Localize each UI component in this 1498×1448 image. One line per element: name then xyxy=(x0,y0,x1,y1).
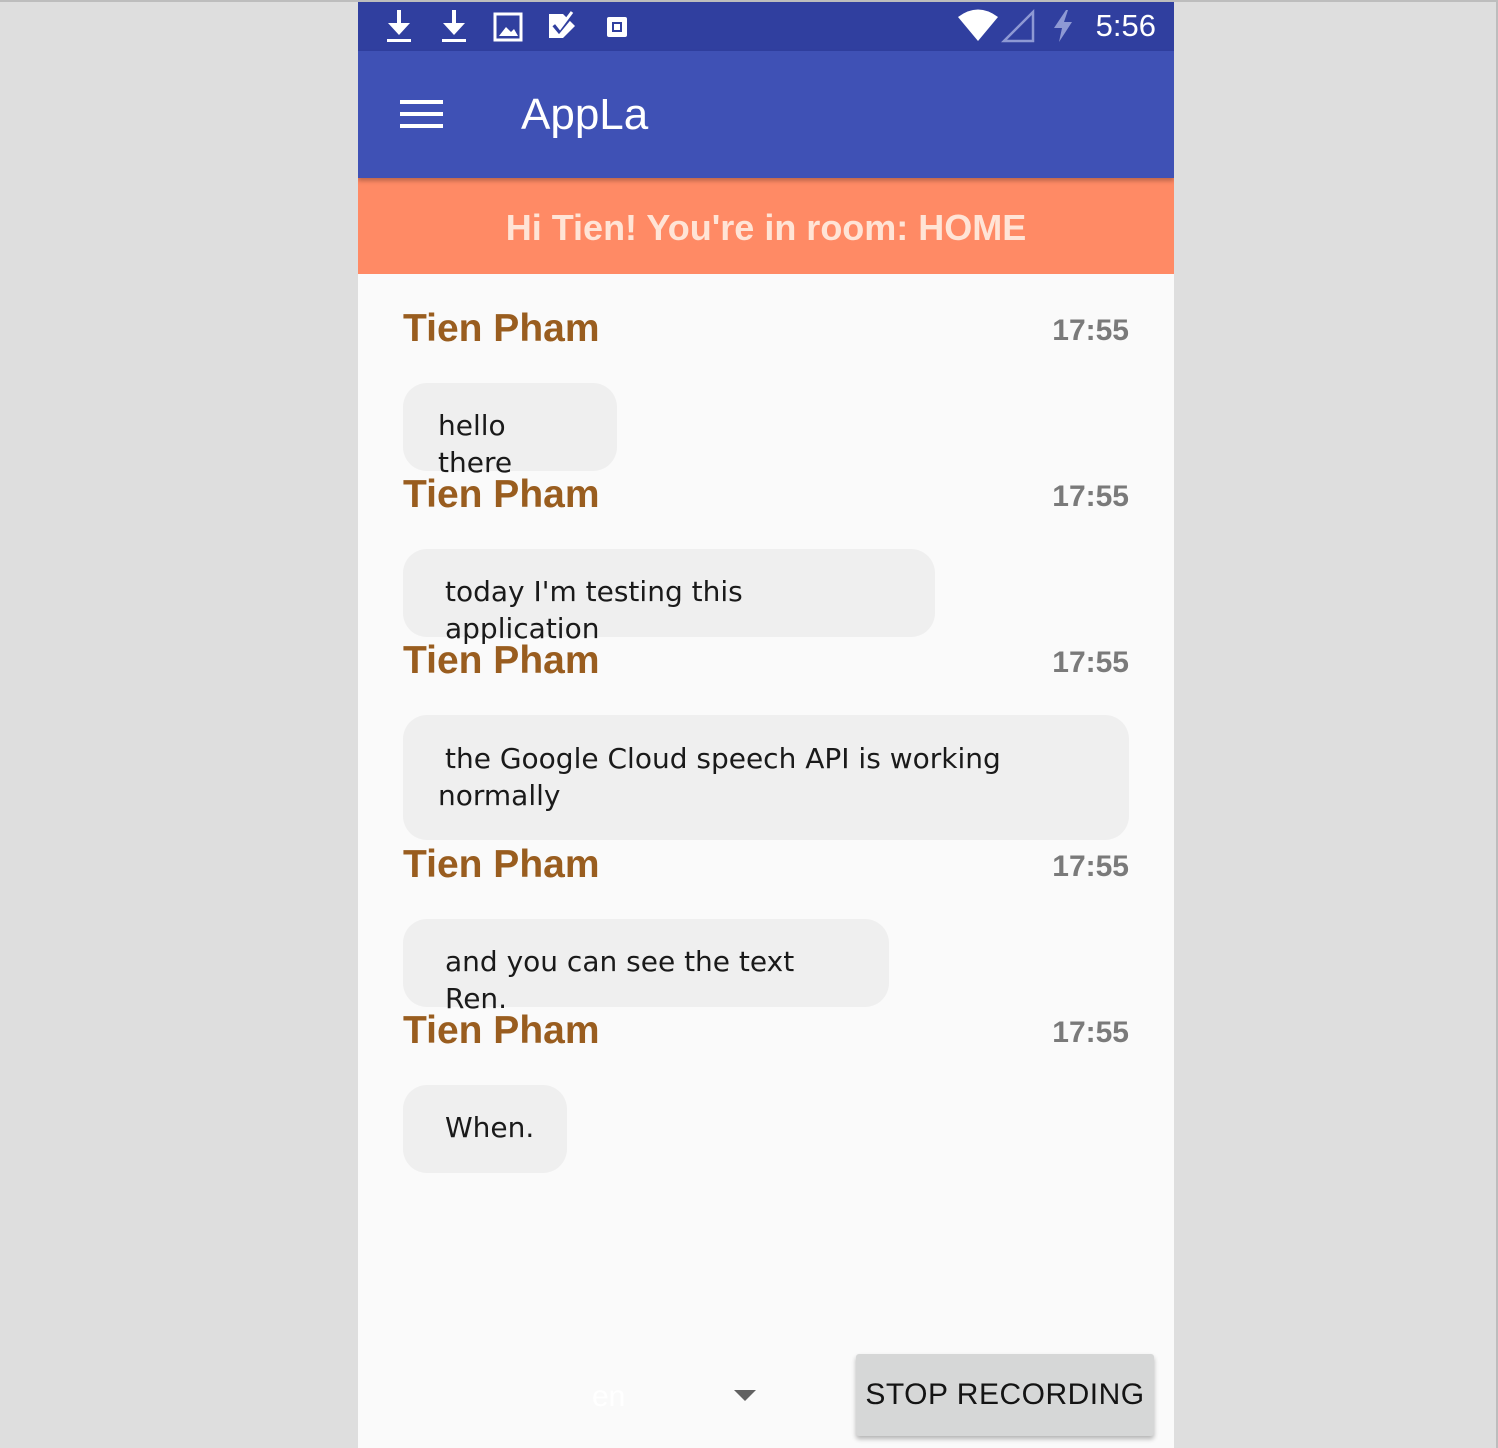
message-time: 17:55 xyxy=(1052,850,1129,883)
message-bubble: hello there xyxy=(403,383,617,479)
download-icon xyxy=(442,10,466,42)
message-time: 17:55 xyxy=(1052,314,1129,347)
message-bubble: and you can see the text Ren. xyxy=(403,919,889,1015)
menu-button[interactable] xyxy=(390,89,450,141)
image-icon xyxy=(493,12,523,42)
battery-charging-icon xyxy=(1054,10,1072,42)
screenshot-icon xyxy=(607,17,627,37)
message-bubble: When. xyxy=(403,1085,567,1173)
language-value: en xyxy=(592,1380,626,1413)
message-sender: Tien Pham xyxy=(403,307,600,350)
download-icon xyxy=(387,10,411,42)
message-bubble: today I'm testing this application xyxy=(403,549,935,645)
status-bar: 5:56 xyxy=(358,2,1174,51)
app-title: AppLa xyxy=(521,90,649,139)
app-bar: AppLa xyxy=(358,51,1174,178)
dropdown-arrow-icon xyxy=(734,1390,756,1401)
message-time: 17:55 xyxy=(1052,1016,1129,1049)
message-sender: Tien Pham xyxy=(403,639,600,682)
clock: 5:56 xyxy=(1095,8,1156,43)
message-sender: Tien Pham xyxy=(403,473,600,516)
message-time: 17:55 xyxy=(1052,480,1129,513)
message-bubble: the Google Cloud speech API is working n… xyxy=(403,715,1129,840)
wifi-icon xyxy=(958,9,998,41)
stop-recording-button[interactable]: STOP RECORDING xyxy=(856,1354,1154,1436)
message-time: 17:55 xyxy=(1052,646,1129,679)
message-sender: Tien Pham xyxy=(403,843,600,886)
room-banner-text: Hi Tien! You're in room: HOME xyxy=(505,207,1027,248)
cell-signal-icon xyxy=(1000,8,1035,43)
language-dropdown[interactable]: en xyxy=(542,1372,762,1422)
room-banner: Hi Tien! You're in room: HOME xyxy=(358,178,1174,274)
tasks-icon xyxy=(549,11,575,38)
phone-screen: 5:56 AppLa Hi Tien! You're in room: HOME… xyxy=(358,2,1174,1448)
message-sender: Tien Pham xyxy=(403,1009,600,1052)
